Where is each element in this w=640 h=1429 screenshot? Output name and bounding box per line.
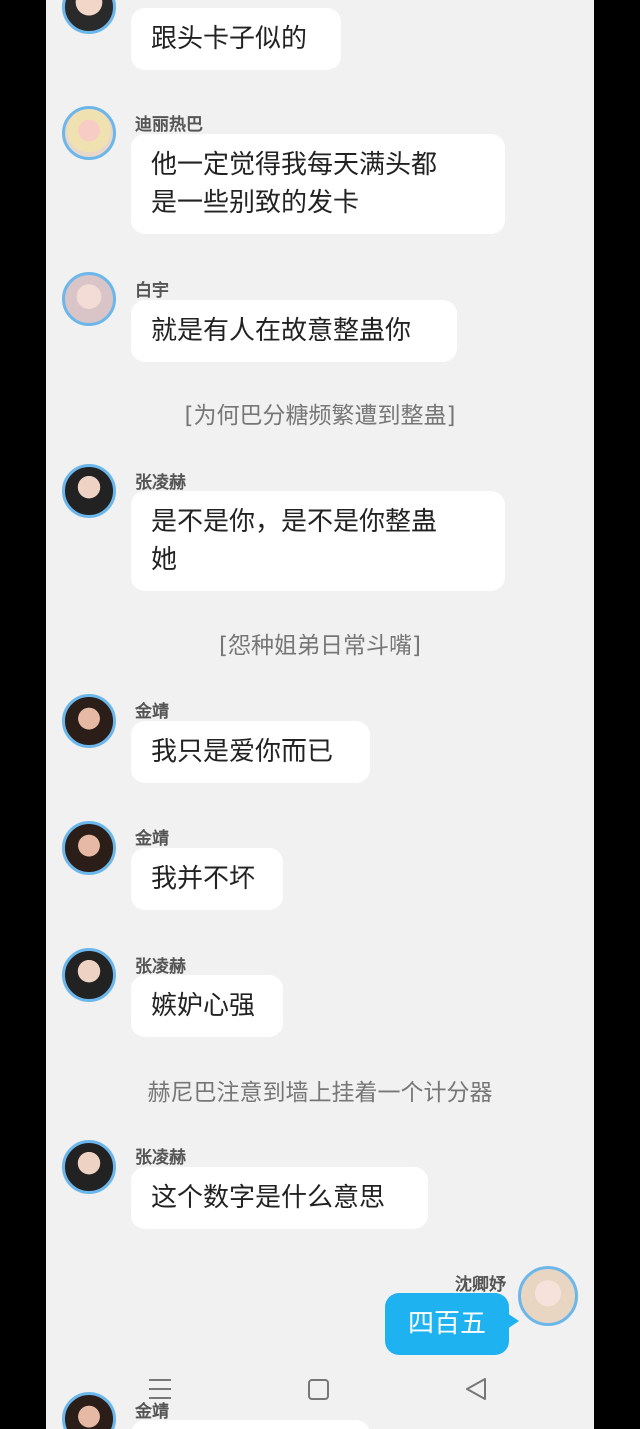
message-text-line: 他一定觉得我每天满头都	[151, 150, 438, 180]
chat-bubble: 就是有人在故意整蛊你	[131, 300, 457, 362]
narration-text: [为何巴分糖频繁遭到整蛊]	[184, 403, 456, 429]
chat-bubble: 我并不坏	[131, 848, 283, 910]
back-button[interactable]	[446, 1364, 506, 1416]
avatar[interactable]	[62, 106, 116, 160]
system-nav-bar	[46, 1364, 594, 1416]
message-text: 就是有人在故意整蛊你	[151, 316, 412, 346]
avatar[interactable]	[62, 464, 116, 518]
avatar[interactable]	[62, 272, 116, 326]
chat-area[interactable]: 跟头卡子似的 迪丽热巴 他一定觉得我每天满头都 是一些别致的发卡 白宇 就是有人…	[46, 0, 594, 1429]
sender-name: 沈卿妤	[455, 1275, 506, 1295]
avatar[interactable]	[62, 1140, 116, 1194]
avatar[interactable]	[62, 821, 116, 875]
sender-name: 迪丽热巴	[135, 115, 203, 135]
sender-name: 金靖	[135, 702, 169, 722]
avatar[interactable]	[62, 694, 116, 748]
sender-name: 白宇	[135, 281, 169, 301]
message-text-line: 是不是你，是不是你整蛊	[151, 507, 438, 537]
home-button[interactable]	[289, 1364, 349, 1416]
chat-bubble: 是不是你，是不是你整蛊 她	[131, 491, 505, 591]
chat-bubble	[131, 1420, 370, 1429]
triangle-back-icon	[466, 1378, 486, 1400]
chat-bubble: 嫉妒心强	[131, 975, 283, 1037]
sender-name: 张凌赫	[135, 1148, 186, 1168]
chat-bubble-self: 四百五	[385, 1293, 519, 1355]
sender-name: 金靖	[135, 829, 169, 849]
narration-text: 赫尼巴注意到墙上挂着一个计分器	[147, 1080, 493, 1106]
message-text: 这个数字是什么意思	[151, 1183, 386, 1213]
menu-icon	[149, 1379, 171, 1399]
narration-text: [怨种姐弟日常斗嘴]	[219, 633, 421, 659]
chat-bubble: 他一定觉得我每天满头都 是一些别致的发卡	[131, 134, 505, 234]
message-text-line: 她	[151, 545, 178, 575]
chat-bubble: 跟头卡子似的	[131, 8, 341, 70]
message-text: 我只是爱你而已	[151, 737, 334, 767]
avatar[interactable]	[62, 948, 116, 1002]
avatar[interactable]	[62, 0, 116, 34]
message-text-line: 是一些别致的发卡	[151, 188, 360, 218]
chat-bubble: 我只是爱你而已	[131, 721, 370, 783]
message-text: 嫉妒心强	[151, 991, 256, 1021]
sender-name: 张凌赫	[135, 473, 186, 493]
message-text: 四百五	[407, 1309, 486, 1339]
chat-bubble: 这个数字是什么意思	[131, 1167, 428, 1229]
square-home-icon	[308, 1379, 329, 1400]
avatar[interactable]	[518, 1266, 578, 1326]
message-text: 我并不坏	[151, 864, 256, 894]
message-text: 跟头卡子似的	[151, 24, 308, 54]
menu-button[interactable]	[130, 1364, 190, 1416]
sender-name: 张凌赫	[135, 957, 186, 977]
